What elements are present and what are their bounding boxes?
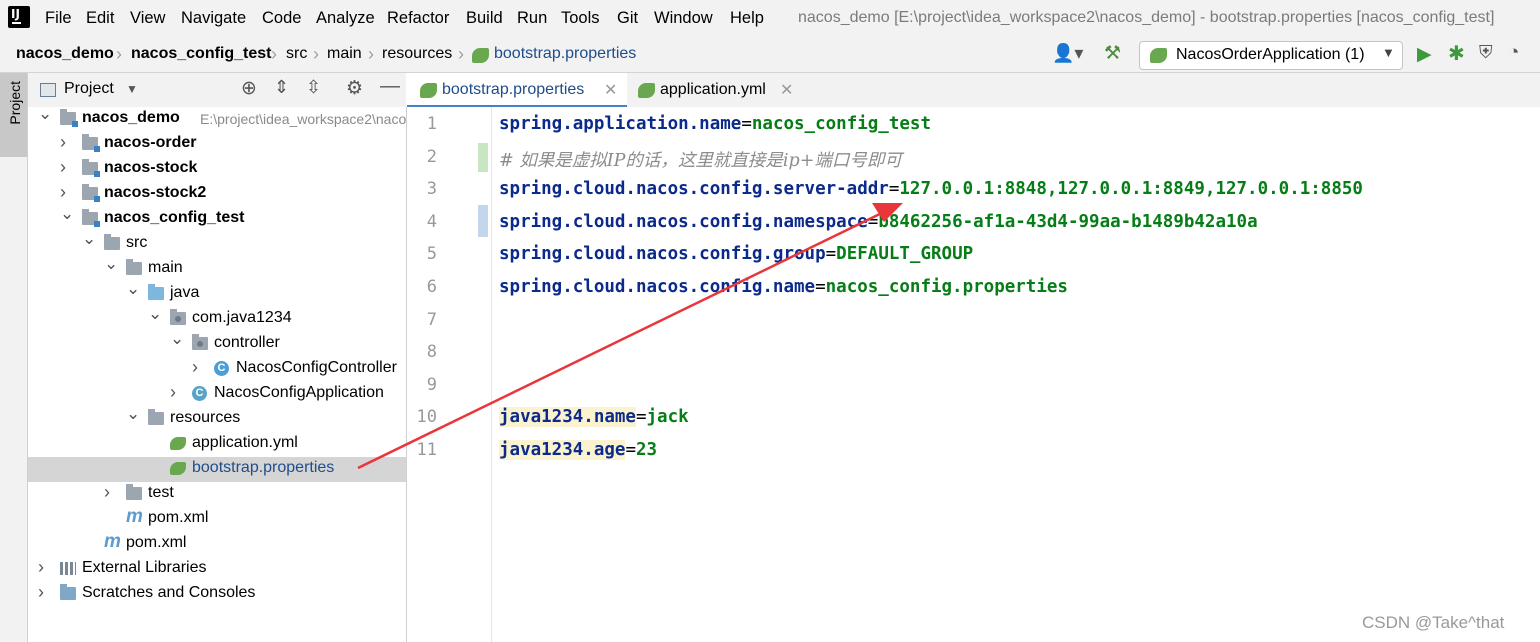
watermark: CSDN @Take^that — [1362, 613, 1505, 632]
annotation-arrow — [357, 203, 903, 470]
arrow-head-icon — [872, 203, 903, 222]
arrow-line — [357, 208, 889, 470]
